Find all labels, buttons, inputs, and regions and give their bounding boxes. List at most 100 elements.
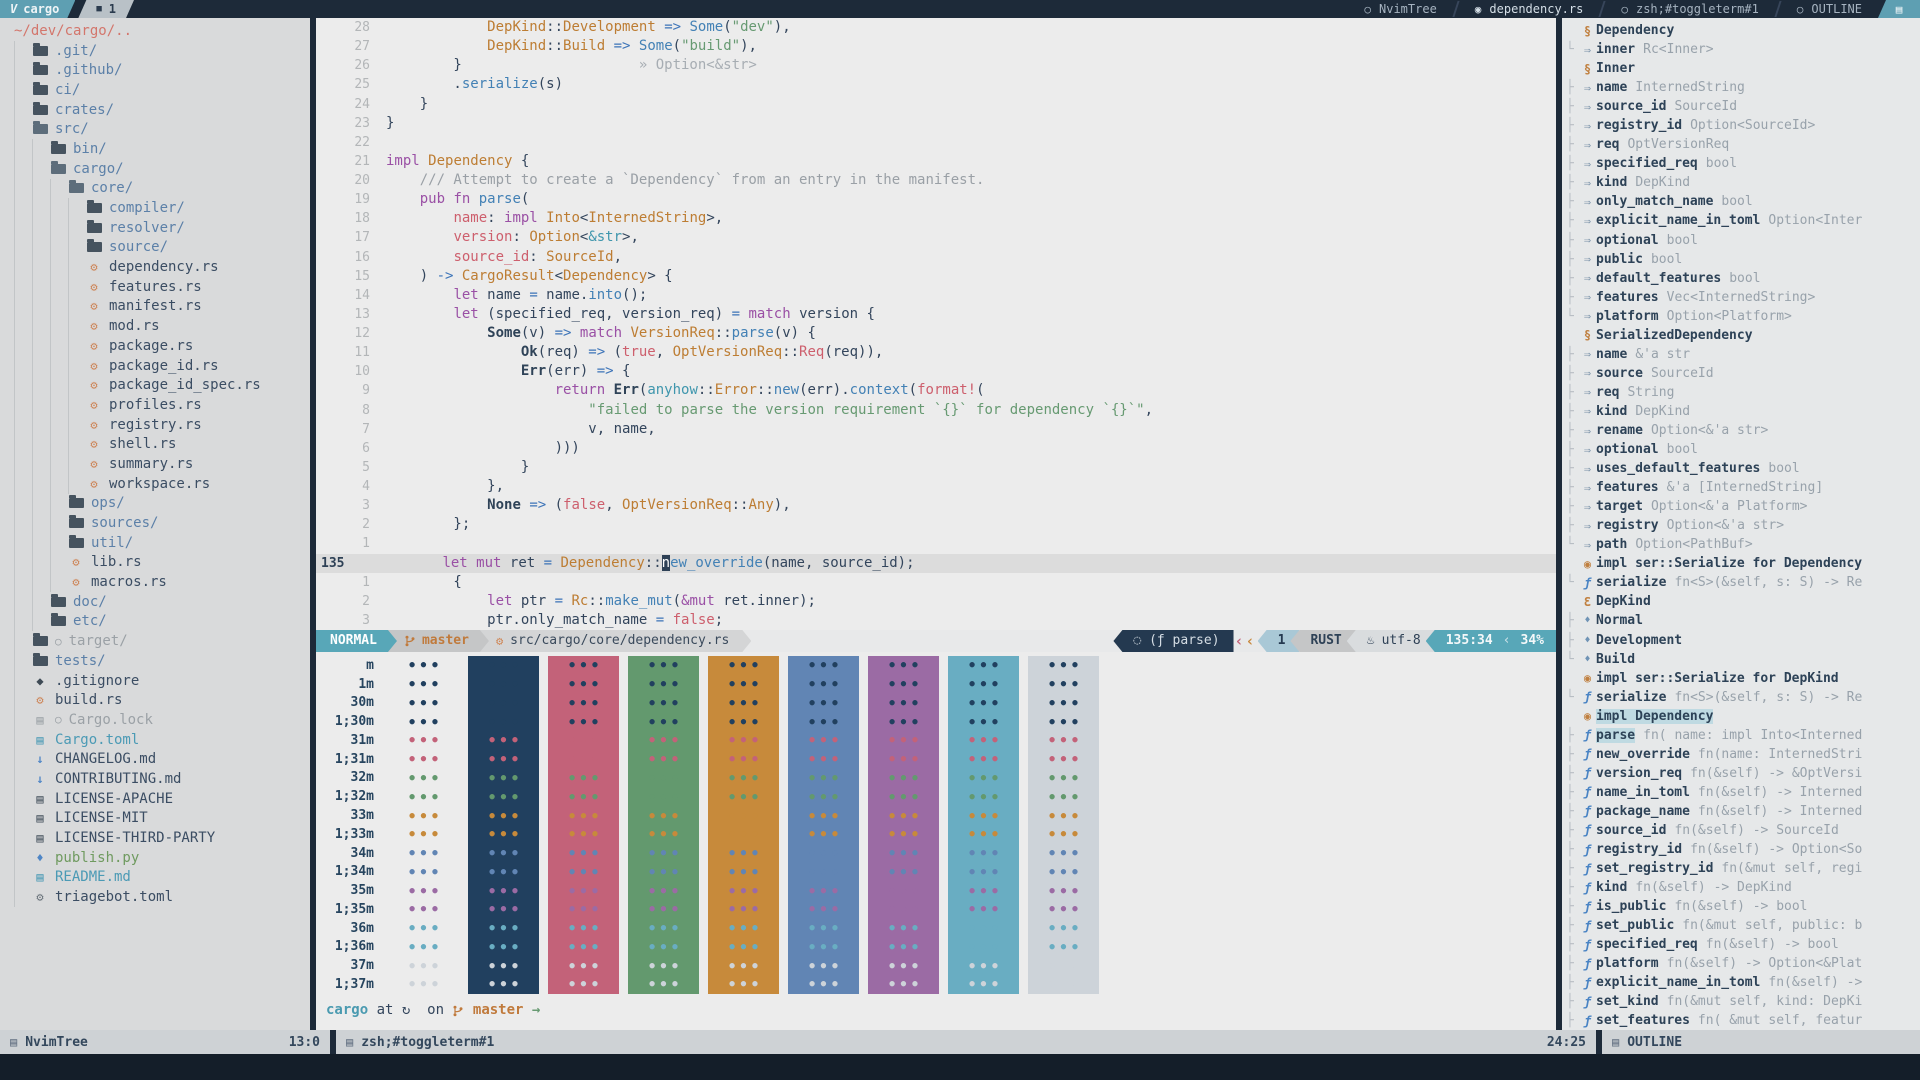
file-tree-item[interactable]: ▤ Cargo.toml	[0, 729, 310, 750]
code-line[interactable]: 4 },	[316, 477, 1556, 496]
outline-item[interactable]: § Dependency	[1562, 21, 1920, 40]
outline-item[interactable]: ├ ⇒ req String	[1562, 383, 1920, 402]
command-line[interactable]	[0, 1054, 1920, 1080]
file-tree-root[interactable]: ~/dev/cargo/..	[0, 21, 310, 41]
code-line[interactable]: 22	[316, 133, 1556, 152]
outline-item[interactable]: ├ ƒ version_req fn(&self) -> &OptVersi	[1562, 764, 1920, 783]
file-tree-item[interactable]: src/	[0, 119, 310, 140]
file-tree-item[interactable]: resolver/	[0, 217, 310, 238]
code-line[interactable]: 3 None => (false, OptVersionReq::Any),	[316, 496, 1556, 515]
outline-item[interactable]: ├ ⇒ features &'a [InternedString]	[1562, 478, 1920, 497]
file-tree-item[interactable]: ⚙ triagebot.toml	[0, 887, 310, 907]
code-line[interactable]: 15 ) -> CargoResult<Dependency> {	[316, 267, 1556, 286]
outline-item[interactable]: ├ ƒ parse fn( name: impl Into<Interned	[1562, 726, 1920, 745]
file-tree-item[interactable]: compiler/	[0, 198, 310, 218]
file-tree-item[interactable]: ops/	[0, 493, 310, 514]
code-line[interactable]: 13 let (specified_req, version_req) = ma…	[316, 305, 1556, 324]
code-line[interactable]: 1 {	[316, 573, 1556, 592]
outline-item[interactable]: ├ ƒ package_name fn(&self) -> Interned	[1562, 802, 1920, 821]
file-tree-item[interactable]: ⚙ mod.rs	[0, 316, 310, 336]
code-line[interactable]: 17 version: Option<&str>,	[316, 228, 1556, 247]
code-line[interactable]: 20 /// Attempt to create a `Dependency` …	[316, 171, 1556, 190]
outline-item[interactable]: ◉ impl Dependency	[1562, 707, 1920, 726]
outline-item[interactable]: ├ ⇒ kind DepKind	[1562, 173, 1920, 192]
code-line[interactable]: 16 source_id: SourceId,	[316, 248, 1556, 267]
code-line[interactable]: 8 "failed to parse the version requireme…	[316, 401, 1556, 420]
tab-nvimtree[interactable]: ○ NvimTree	[1348, 0, 1452, 18]
file-tree-item[interactable]: cargo/	[0, 158, 310, 179]
outline-item[interactable]: └ ⇒ inner Rc<Inner>	[1562, 40, 1920, 59]
outline-item[interactable]: ├ ♦ Normal	[1562, 611, 1920, 630]
outline-item[interactable]: ├ ⇒ public bool	[1562, 250, 1920, 269]
code-line[interactable]: 9 return Err(anyhow::Error::new(err).con…	[316, 381, 1556, 400]
code-line[interactable]: 1	[316, 534, 1556, 553]
outline-item[interactable]: ├ ƒ explicit_name_in_toml fn(&self) ->	[1562, 973, 1920, 992]
outline-item[interactable]: ├ ƒ kind fn(&self) -> DepKind	[1562, 878, 1920, 897]
code-line[interactable]: 24 }	[316, 95, 1556, 114]
code-line-current[interactable]: 135 let mut ret = Dependency::new_overri…	[316, 553, 1556, 573]
file-tree-item[interactable]: ⚙ manifest.rs	[0, 296, 310, 317]
code-editor[interactable]: 28 DepKind::Development => Some("dev"), 2…	[316, 18, 1556, 630]
file-tree-item[interactable]: .git/	[0, 40, 310, 61]
file-tree-item[interactable]: ⚙ lib.rs	[0, 552, 310, 573]
file-tree-item[interactable]: ▤ LICENSE-MIT	[0, 808, 310, 829]
outline-item[interactable]: └ ƒ serialize fn<S>(&self, s: S) -> Re	[1562, 573, 1920, 592]
outline-item[interactable]: ├ ⇒ uses_default_features bool	[1562, 459, 1920, 478]
code-line[interactable]: 5 }	[316, 458, 1556, 477]
outline-item[interactable]: ├ ƒ set_features fn( &mut self, featur	[1562, 1011, 1920, 1030]
outline-item[interactable]: ├ ƒ source_id fn(&self) -> SourceId	[1562, 821, 1920, 840]
file-tree-item[interactable]: ⚙ package.rs	[0, 336, 310, 356]
outline-item[interactable]: ├ ⇒ default_features bool	[1562, 269, 1920, 288]
outline-item[interactable]: ├ ƒ is_public fn(&self) -> bool	[1562, 897, 1920, 916]
file-tree-item[interactable]: ⚙ registry.rs	[0, 414, 310, 435]
file-tree-item[interactable]: ♦ publish.py	[0, 847, 310, 868]
file-tree-item[interactable]: ◆ .gitignore	[0, 670, 310, 691]
file-tree-item[interactable]: ↓ CONTRIBUTING.md	[0, 769, 310, 789]
code-line[interactable]: 3 ptr.only_match_name = false;	[316, 611, 1556, 630]
outline-item[interactable]: ├ ƒ new_override fn(name: InternedStri	[1562, 745, 1920, 764]
code-line[interactable]: 25 .serialize(s)	[316, 75, 1556, 94]
code-line[interactable]: 18 name: impl Into<InternedString>,	[316, 209, 1556, 228]
outline-item[interactable]: ├ ƒ set_public fn(&mut self, public: b	[1562, 916, 1920, 935]
outline-item[interactable]: § Inner	[1562, 59, 1920, 78]
file-tree-item[interactable]: bin/	[0, 139, 310, 159]
code-line[interactable]: 12 Some(v) => match VersionReq::parse(v)…	[316, 324, 1556, 343]
file-tree-item[interactable]: ⚙ package_id_spec.rs	[0, 375, 310, 396]
outline-item[interactable]: ├ ⇒ source_id SourceId	[1562, 97, 1920, 116]
outline-item[interactable]: ├ ƒ platform fn(&self) -> Option<&Plat	[1562, 954, 1920, 973]
outline-item[interactable]: └ ⇒ path Option<PathBuf>	[1562, 535, 1920, 554]
file-tree-item[interactable]: ↓ CHANGELOG.md	[0, 749, 310, 770]
outline-item[interactable]: ├ ƒ set_registry_id fn(&mut self, regi	[1562, 859, 1920, 878]
outline-item[interactable]: ├ ⇒ only_match_name bool	[1562, 192, 1920, 211]
outline-item[interactable]: ◉ impl ser::Serialize for DepKind	[1562, 669, 1920, 688]
outline-item[interactable]: ├ ƒ registry_id fn(&self) -> Option<So	[1562, 840, 1920, 859]
outline-item[interactable]: ├ ⇒ kind DepKind	[1562, 402, 1920, 421]
outline-item[interactable]: ├ ƒ set_kind fn(&mut self, kind: DepKi	[1562, 992, 1920, 1011]
code-line[interactable]: 21 impl Dependency {	[316, 152, 1556, 171]
file-tree-item[interactable]: ⚙ shell.rs	[0, 434, 310, 455]
code-line[interactable]: 11 Ok(req) => (true, OptVersionReq::Req(…	[316, 343, 1556, 362]
file-tree-item[interactable]: ⚙ summary.rs	[0, 454, 310, 474]
file-tree-item[interactable]: ⚙ package_id.rs	[0, 355, 310, 376]
file-tree-item[interactable]: crates/	[0, 99, 310, 120]
code-line[interactable]: 27 DepKind::Build => Some("build"),	[316, 37, 1556, 56]
outline-item[interactable]: ◉ impl ser::Serialize for Dependency	[1562, 554, 1920, 573]
file-tree-item[interactable]: etc/	[0, 611, 310, 632]
code-line[interactable]: 6 )))	[316, 439, 1556, 458]
tab-outline[interactable]: ○ OUTLINE	[1781, 0, 1878, 18]
outline-item[interactable]: ├ ⇒ registry_id Option<SourceId>	[1562, 116, 1920, 135]
outline-item[interactable]: ├ ⇒ optional bool	[1562, 440, 1920, 459]
outline-item[interactable]: └ ⇒ platform Option<Platform>	[1562, 307, 1920, 326]
outline-item[interactable]: ├ ⇒ source SourceId	[1562, 364, 1920, 383]
file-tree-item[interactable]: util/	[0, 532, 310, 553]
outline-item[interactable]: ├ ⇒ features Vec<InternedString>	[1562, 288, 1920, 307]
outline-item[interactable]: ├ ⇒ specified_req bool	[1562, 154, 1920, 173]
tab-zsh-toggleterm-1[interactable]: ○ zsh;#toggleterm#1	[1605, 0, 1774, 18]
outline-panel[interactable]: § Dependency └ ⇒ inner Rc<Inner> § Inner ├ ⇒ name I…	[1562, 18, 1920, 1030]
file-tree-item[interactable]: ci/	[0, 80, 310, 100]
file-tree-item[interactable]: doc/	[0, 591, 310, 612]
file-tree-item[interactable]: source/	[0, 237, 310, 258]
file-tree-item[interactable]: ▤ README.md	[0, 867, 310, 888]
code-line[interactable]: 2 };	[316, 515, 1556, 534]
outline-item[interactable]: ├ ⇒ name &'a str	[1562, 345, 1920, 364]
